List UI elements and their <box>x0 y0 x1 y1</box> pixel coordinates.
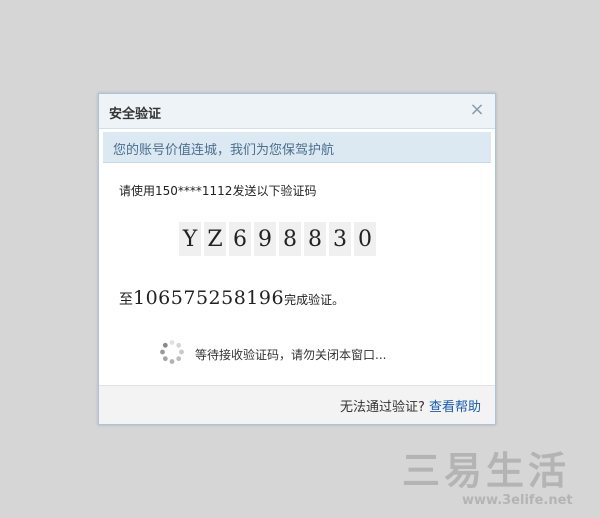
close-icon[interactable]: × <box>469 100 485 120</box>
code-char: 3 <box>329 222 351 256</box>
watermark-url: www.3elife.net <box>462 493 573 508</box>
dialog-titlebar: 安全验证 × <box>99 94 495 129</box>
view-help-link[interactable]: 查看帮助 <box>429 400 481 415</box>
banner-text: 您的账号价值连城，我们为您保驾护航 <box>113 143 335 158</box>
code-char: Z <box>204 222 226 256</box>
dialog-footer: 无法通过验证? 查看帮助 <box>99 385 495 424</box>
code-char: 8 <box>279 222 301 256</box>
watermark-brand: 三易生活 <box>402 449 570 493</box>
waiting-text: 等待接收验证码，请勿关闭本窗口... <box>195 347 387 362</box>
code-char: Y <box>179 222 201 256</box>
dialog-title: 安全验证 <box>109 107 162 122</box>
send-suffix: 完成验证。 <box>284 293 345 307</box>
loading-spinner-icon <box>159 339 185 369</box>
sms-instruction: 请使用150****1112发送以下验证码 <box>119 184 317 198</box>
watermark-logo: 三易生活 www.3elife.net <box>402 449 573 508</box>
help-question: 无法通过验证? 查看帮助 <box>340 396 481 415</box>
code-char: 9 <box>254 222 276 256</box>
code-char: 8 <box>304 222 326 256</box>
help-question-text: 无法通过验证? <box>339 400 425 415</box>
dialog-banner: 您的账号价值连城，我们为您保驾护航 <box>103 132 491 163</box>
code-char: 6 <box>229 222 251 256</box>
send-to-line: 至 106575258196 完成验证。 <box>119 287 344 309</box>
security-verification-dialog: 安全验证 × 您的账号价值连城，我们为您保驾护航 请使用150****1112发… <box>98 93 496 425</box>
waiting-status: 等待接收验证码，请勿关闭本窗口... <box>159 339 386 369</box>
verification-code: Y Z 6 9 8 8 3 0 <box>179 222 376 256</box>
send-number: 106575258196 <box>133 287 285 309</box>
send-prefix: 至 <box>119 292 133 308</box>
code-char: 0 <box>354 222 376 256</box>
